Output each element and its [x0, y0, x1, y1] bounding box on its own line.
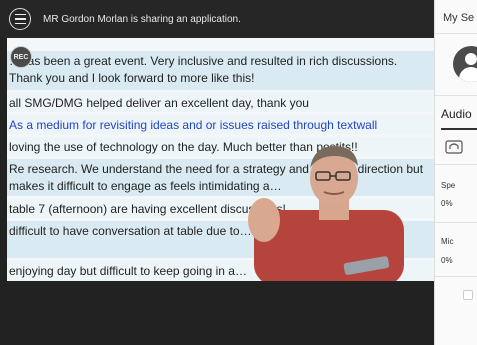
divider — [435, 33, 477, 34]
main-stage: MR Gordon Morlan is sharing an applicati… — [0, 0, 434, 345]
divider — [435, 276, 477, 277]
stage-empty-area — [0, 281, 434, 345]
microphone-volume-value: 0% — [441, 256, 453, 265]
microphone-label: Mic — [441, 237, 454, 246]
side-panel: My Se Audio Spe 0% Mic 0% — [434, 0, 477, 345]
audio-section-title: Audio — [441, 107, 472, 121]
menu-icon[interactable] — [9, 8, 31, 30]
divider — [435, 222, 477, 223]
avatar — [453, 46, 477, 82]
divider — [435, 164, 477, 165]
wall-post: all SMG/DMG helped deliver an excellent … — [7, 93, 434, 112]
speaker-volume-value: 0% — [441, 199, 453, 208]
presenter-video — [234, 140, 434, 281]
option-checkbox[interactable] — [463, 290, 473, 300]
share-status-bar: MR Gordon Morlan is sharing an applicati… — [0, 0, 434, 38]
speaker-label: Spe — [441, 181, 456, 190]
panel-title: My Se — [443, 12, 475, 24]
wall-post: As a medium for revisiting ideas and or … — [7, 115, 434, 134]
recording-icon[interactable]: REC — [10, 46, 32, 68]
presenter-figure — [248, 146, 404, 281]
divider — [435, 95, 477, 96]
wall-post: …has been a great event. Very inclusive … — [7, 51, 434, 90]
share-status-text: MR Gordon Morlan is sharing an applicati… — [43, 13, 241, 25]
audio-tab-underline — [441, 128, 477, 130]
headset-icon[interactable] — [445, 140, 463, 154]
